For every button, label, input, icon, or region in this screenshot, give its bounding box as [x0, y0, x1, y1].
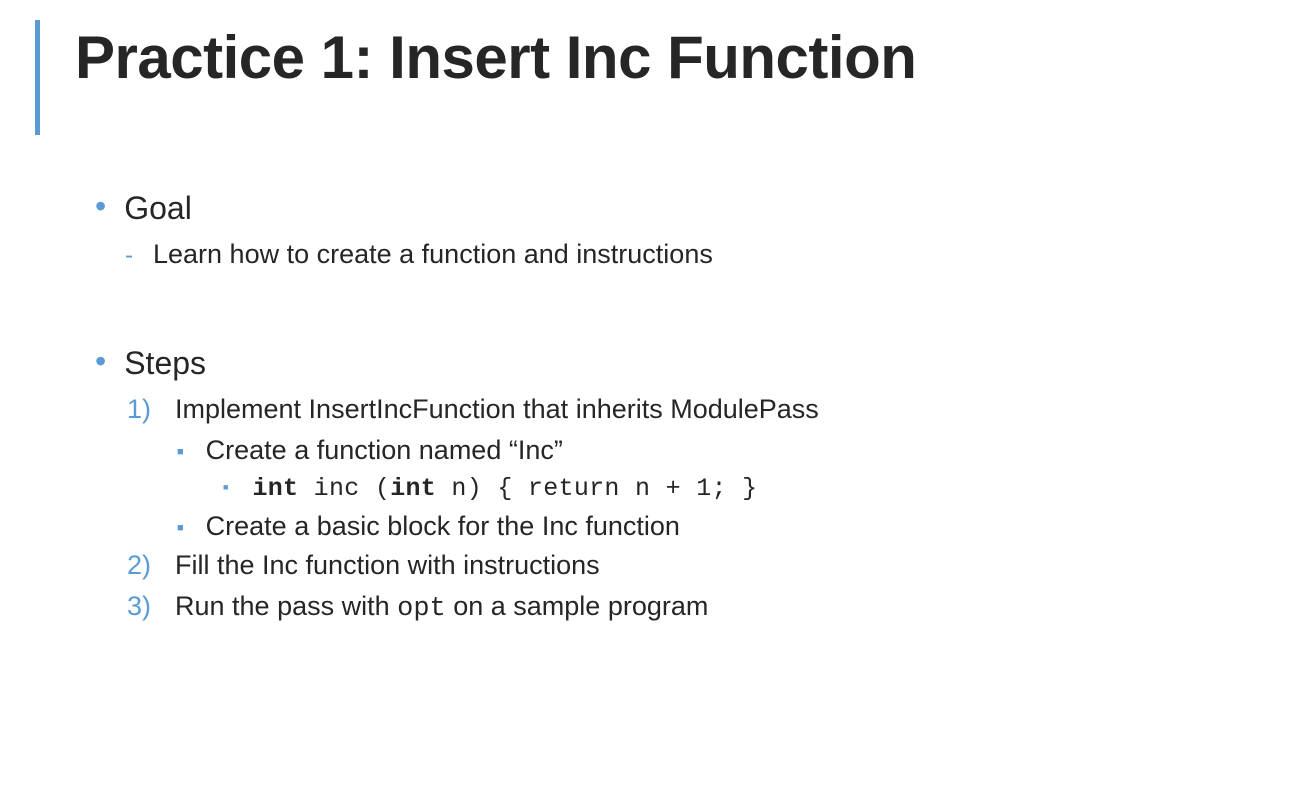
step-number: 3) [127, 591, 175, 622]
sub-bullet-text: Create a basic block for the Inc functio… [206, 511, 680, 542]
step-text: Implement InsertIncFunction that inherit… [175, 394, 819, 425]
slide-container: Practice 1: Insert Inc Function • Goal -… [0, 0, 1294, 786]
goal-text: Learn how to create a function and instr… [153, 239, 713, 270]
code-snippet: int inc (int n) { return n + 1; } [252, 474, 757, 503]
content-area: • Goal - Learn how to create a function … [0, 135, 1294, 624]
step-1-sub-b: ■ Create a basic block for the Inc funct… [95, 511, 1294, 542]
code-keyword: int [252, 474, 298, 503]
bullet-dot-icon: • [95, 190, 106, 222]
title-area: Practice 1: Insert Inc Function [0, 0, 1294, 135]
goal-heading: Goal [124, 190, 192, 227]
steps-section: • Steps 1) Implement InsertIncFunction t… [95, 345, 1294, 624]
dash-icon: - [125, 242, 137, 270]
square-bullet-icon: ■ [177, 522, 184, 534]
goal-header: • Goal [95, 190, 1294, 227]
step-text: Run the pass with opt on a sample progra… [175, 591, 708, 624]
step-text: Fill the Inc function with instructions [175, 550, 600, 581]
steps-header: • Steps [95, 345, 1294, 382]
step-text-pre: Run the pass with [175, 591, 397, 621]
step-2: 2) Fill the Inc function with instructio… [95, 550, 1294, 581]
step-1-code: ■ int inc (int n) { return n + 1; } [95, 474, 1294, 503]
goal-section: • Goal - Learn how to create a function … [95, 190, 1294, 270]
step-1: 1) Implement InsertIncFunction that inhe… [95, 394, 1294, 425]
steps-heading: Steps [124, 345, 206, 382]
step-number: 1) [127, 394, 175, 425]
step-text-post: on a sample program [446, 591, 709, 621]
step-3: 3) Run the pass with opt on a sample pro… [95, 591, 1294, 624]
sub-bullet-text: Create a function named “Inc” [206, 435, 563, 466]
square-bullet-icon: ■ [177, 446, 184, 458]
step-text-code: opt [397, 594, 446, 624]
step-1-sub-a: ■ Create a function named “Inc” [95, 435, 1294, 466]
goal-item: - Learn how to create a function and ins… [95, 239, 1294, 270]
slide-title: Practice 1: Insert Inc Function [75, 10, 916, 91]
step-number: 2) [127, 550, 175, 581]
bullet-dot-icon: • [95, 345, 106, 377]
code-text: n) { return n + 1; } [436, 474, 757, 503]
square-bullet-small-icon: ■ [223, 482, 228, 492]
title-accent-bar [35, 20, 40, 135]
code-text: inc ( [298, 474, 390, 503]
code-keyword: int [390, 474, 436, 503]
